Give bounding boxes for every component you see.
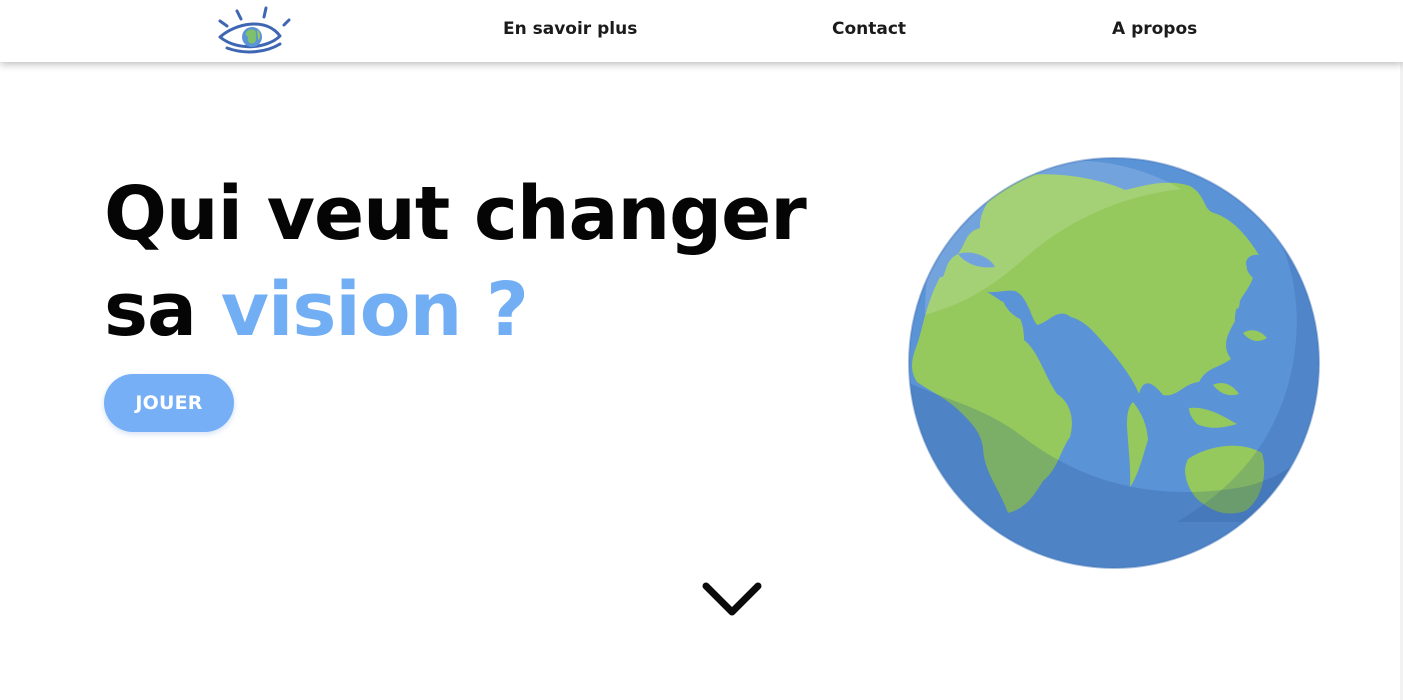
hero-title-accent: vision ? [220,267,529,353]
play-button[interactable]: JOUER [104,374,234,432]
earth-globe-image [908,157,1320,569]
eye-globe-icon[interactable] [212,5,296,55]
nav-link-a-propos[interactable]: A propos [1112,17,1197,41]
hero-title-line-1: Qui veut changer [104,171,807,257]
top-navigation: En savoir plus Contact A propos [0,0,1403,62]
nav-link-en-savoir-plus[interactable]: En savoir plus [503,17,637,41]
nav-link-contact[interactable]: Contact [832,17,906,41]
chevron-down-icon[interactable] [699,578,765,620]
hero-title: Qui veut changer sa vision ? [104,166,834,358]
hero-title-line-2: sa vision ? [104,262,834,358]
hero-title-prefix: sa [104,267,221,353]
landing-page: En savoir plus Contact A propos Qui veut… [0,0,1403,700]
